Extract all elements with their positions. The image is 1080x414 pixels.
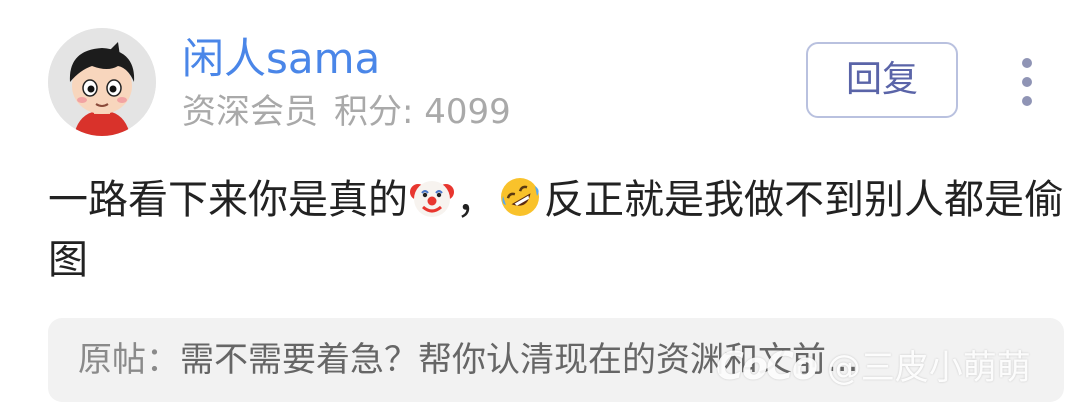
rolling-on-floor-laughing-emoji-icon <box>497 174 543 220</box>
clown-face-emoji-icon <box>409 174 455 220</box>
user-meta: 资深会员 积分: 4099 <box>182 90 511 134</box>
points-label: 积分: <box>334 92 414 132</box>
watermark-handle: @三皮小萌萌 <box>826 348 1031 388</box>
comment-text-part1: 一路看下来你是真的 <box>48 177 408 223</box>
comment-text-part2: ， <box>456 177 496 223</box>
comment-card: 闲人sama 资深会员 积分: 4099 回复 一路看下来你是真的 ， 反正就是… <box>0 0 1080 414</box>
member-level: 资深会员 <box>182 92 318 132</box>
cartoon-avatar-icon <box>48 28 156 136</box>
comment-body: 一路看下来你是真的 ， 反正就是我做不到别人都是偷图 <box>48 170 1068 290</box>
more-vertical-icon[interactable] <box>1004 52 1052 112</box>
reply-button[interactable]: 回复 <box>806 42 958 118</box>
watermark-logo: CoCo <box>716 344 818 388</box>
quote-label: 原帖： <box>78 340 180 380</box>
avatar[interactable] <box>48 28 156 136</box>
username[interactable]: 闲人sama <box>182 32 380 86</box>
points-value: 4099 <box>424 92 511 132</box>
watermark: CoCo @三皮小萌萌 <box>716 344 1031 390</box>
